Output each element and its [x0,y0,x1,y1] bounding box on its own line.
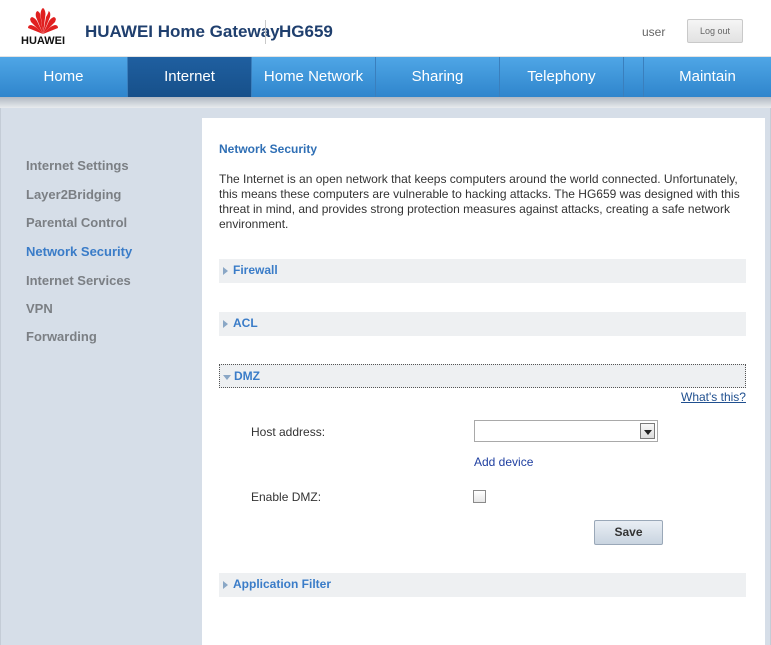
huawei-logo: HUAWEI [15,8,71,50]
sidebar-item-vpn[interactable]: VPN [26,301,53,316]
brand-title: HUAWEI Home Gateway [85,22,280,41]
nav-tab-maintain[interactable]: Maintain [644,57,771,97]
expand-arrow-icon [223,581,228,589]
save-button[interactable]: Save [594,520,663,545]
host-address-select[interactable] [474,420,658,442]
section-label: DMZ [234,369,260,383]
nav-tab-internet[interactable]: Internet [128,57,252,97]
enable-dmz-checkbox[interactable] [473,490,486,503]
nav-shadow [0,97,771,108]
acl-section-header[interactable]: ACL [219,312,746,336]
brand-separator [265,20,266,44]
sidebar-item-parental-control[interactable]: Parental Control [26,215,127,230]
user-label: user [642,25,666,39]
dmz-section-header[interactable]: DMZ [219,364,746,388]
main-nav: Home Internet Home Network Sharing Telep… [0,57,771,97]
sidebar: Internet Settings Layer2Bridging Parenta… [5,118,202,645]
logo-text: HUAWEI [21,35,65,47]
section-label: Application Filter [233,577,332,591]
sidebar-item-network-security[interactable]: Network Security [26,244,132,259]
firewall-section-header[interactable]: Firewall [219,259,746,283]
huawei-flower-icon [28,8,58,34]
nav-tab-telephony[interactable]: Telephony [500,57,624,97]
add-device-link[interactable]: Add device [474,455,533,469]
nav-spacer [624,57,644,97]
header: HUAWEI HUAWEI Home Gateway HG659 user Lo… [0,0,771,57]
expand-arrow-icon [223,320,228,328]
collapse-arrow-icon [223,375,231,380]
sidebar-item-layer2bridging[interactable]: Layer2Bridging [26,187,121,202]
application-filter-section-header[interactable]: Application Filter [219,573,746,597]
sidebar-item-internet-services[interactable]: Internet Services [26,273,131,288]
model-name: HG659 [279,22,333,41]
whats-this-link[interactable]: What's this? [681,390,746,404]
section-label: ACL [233,316,258,330]
sidebar-item-forwarding[interactable]: Forwarding [26,329,97,344]
intro-text: The Internet is an open network that kee… [219,172,740,231]
expand-arrow-icon [223,267,228,275]
enable-dmz-label: Enable DMZ: [251,490,322,504]
nav-tab-home[interactable]: Home [0,57,128,97]
main-panel: Network Security The Internet is an open… [202,118,765,645]
logout-button[interactable]: Log out [687,19,743,43]
host-address-label: Host address: [251,425,326,439]
section-label: Firewall [233,263,278,277]
sidebar-item-internet-settings[interactable]: Internet Settings [26,158,129,173]
page-title: Network Security [219,142,318,156]
nav-tab-home-network[interactable]: Home Network [252,57,376,97]
chevron-down-icon[interactable] [640,423,655,439]
nav-tab-sharing[interactable]: Sharing [376,57,500,97]
